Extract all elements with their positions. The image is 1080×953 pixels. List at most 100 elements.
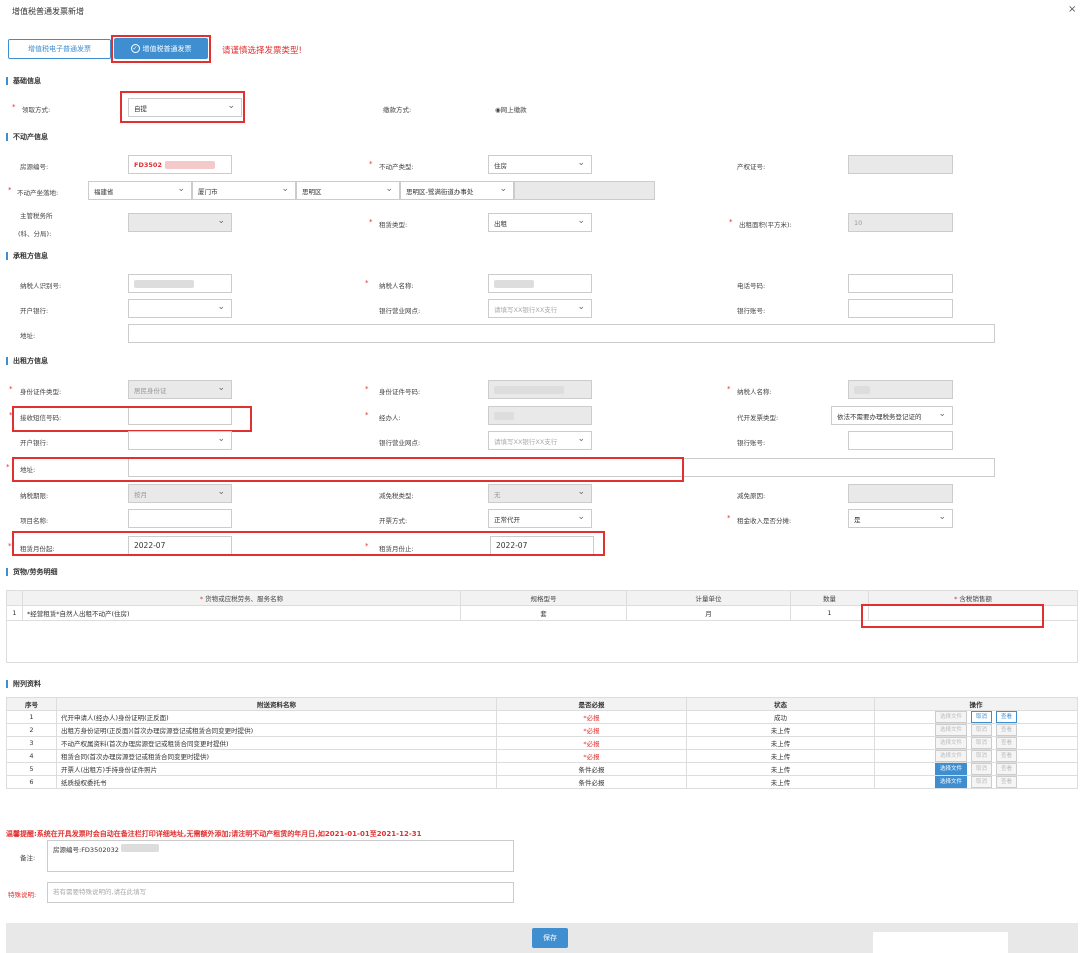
- save-button[interactable]: 保存: [532, 928, 568, 948]
- select-file-button[interactable]: 选择文件: [934, 776, 967, 788]
- pay-label: 缴款方式:: [383, 106, 412, 114]
- special-textarea[interactable]: 若有需要特殊说明的,请在此填写: [47, 882, 514, 903]
- lessee-taxid-label: 纳税人识别号:: [20, 282, 62, 290]
- view-button[interactable]: 查看: [996, 763, 1018, 775]
- source-no-label: 房源编号:: [20, 163, 49, 171]
- select-file-button[interactable]: 选择文件: [934, 763, 967, 775]
- footer-blank-box: [873, 932, 1008, 953]
- property-type-select[interactable]: 住房: [488, 155, 592, 174]
- required-mark: *: [727, 514, 731, 522]
- redacted-blur: [120, 844, 159, 852]
- cancel-button[interactable]: 取消: [970, 724, 992, 736]
- close-icon[interactable]: ×: [1068, 4, 1076, 15]
- id-no-input: [488, 380, 592, 399]
- lessee-branch-select[interactable]: 请填写XX银行XX支行: [488, 299, 592, 318]
- view-button[interactable]: 查看: [996, 776, 1018, 788]
- goods-cell-no: 1: [6, 605, 23, 621]
- view-button[interactable]: 查看: [996, 724, 1018, 736]
- select-file-button[interactable]: 选择文件: [934, 711, 967, 723]
- required-mark: *: [369, 218, 373, 226]
- att-header-name: 附送资料名称: [56, 697, 497, 711]
- required-mark: *: [12, 103, 16, 111]
- lessor-bank-label: 开户银行:: [20, 439, 49, 447]
- select-file-button[interactable]: 选择文件: [934, 750, 967, 762]
- lessor-account-input[interactable]: [848, 431, 953, 450]
- source-no-input[interactable]: FD3502: [128, 155, 232, 174]
- project-input[interactable]: [128, 509, 232, 528]
- select-file-button[interactable]: 选择文件: [934, 724, 967, 736]
- id-no-label: 身份证件号码:: [379, 388, 421, 396]
- remark-value: 房源编号:FD3502032: [53, 846, 119, 854]
- section-lessor: 出租方信息: [6, 357, 48, 365]
- att-header-no: 序号: [6, 697, 57, 711]
- att-header-required: 是否必报: [496, 697, 687, 711]
- tip-text: 温馨提醒:系统在开具发票时会自动在备注栏打印详细地址,无需额外添加;请注明不动产…: [6, 830, 422, 838]
- branch-placeholder: 请填写XX银行XX支行: [494, 305, 558, 314]
- tax-office-label: 主管税务所: [20, 212, 53, 220]
- lease-type-select[interactable]: 出租: [488, 213, 592, 232]
- lessee-account-input[interactable]: [848, 299, 953, 318]
- goods-header-qty: 数量: [790, 590, 869, 606]
- view-button[interactable]: 查看: [996, 750, 1018, 762]
- reduce-reason-label: 减免原因:: [737, 492, 766, 500]
- tab-electronic-invoice[interactable]: 增值税电子普通发票: [8, 39, 111, 59]
- lessee-account-label: 银行账号:: [737, 307, 766, 315]
- invoice-type-select[interactable]: 依法不需要办理税务登记证的: [831, 406, 953, 425]
- source-no-value: FD3502: [134, 160, 162, 169]
- id-type-select[interactable]: 居民身份证: [128, 380, 232, 399]
- province-select[interactable]: 福建省: [88, 181, 192, 200]
- view-button[interactable]: 查看: [996, 711, 1018, 723]
- issue-label: 开票方式:: [379, 517, 408, 525]
- lessee-address-input[interactable]: [128, 324, 995, 343]
- attachments-table: 序号 附送资料名称 是否必报 状态 操作 1 代开申请人(经办人)身份证明(正反面…: [6, 697, 1078, 789]
- pay-radio[interactable]: ◉网上缴款: [495, 104, 527, 114]
- cancel-button[interactable]: 取消: [970, 750, 992, 762]
- lessor-name-input: [848, 380, 953, 399]
- cancel-button[interactable]: 取消: [970, 776, 992, 788]
- required-mark: *: [365, 411, 369, 419]
- table-row: 4 租赁合同(首次办理房源登记或租赁合同变更时提供) *必报 未上传 选择文件 取消查…: [6, 749, 1078, 763]
- project-label: 项目名称:: [20, 517, 49, 525]
- required-mark: *: [6, 463, 10, 471]
- reduce-type-select[interactable]: 无: [488, 484, 592, 503]
- required-mark: *: [727, 385, 731, 393]
- remark-textarea[interactable]: 房源编号:FD3502032: [47, 840, 514, 872]
- lessee-name-input[interactable]: [488, 274, 592, 293]
- goods-header-no: [6, 590, 23, 606]
- split-select[interactable]: 是: [848, 509, 953, 528]
- area-label: 出租面积(平方米):: [739, 221, 792, 229]
- cert-label: 产权证号:: [737, 163, 766, 171]
- location-label: 不动产坐落地:: [17, 189, 59, 197]
- required-mark: *: [9, 385, 13, 393]
- view-button[interactable]: 查看: [996, 737, 1018, 749]
- cancel-button[interactable]: 取消: [970, 711, 992, 723]
- area-input: 10: [848, 213, 953, 232]
- invoice-type-value: 依法不需要办理税务登记证的: [837, 412, 922, 421]
- section-property: 不动产信息: [6, 133, 48, 141]
- required-mark: *: [8, 186, 12, 194]
- required-mark: *: [365, 279, 369, 287]
- table-row: 5 开票人(出租方)手持身份证件照片 条件必报 未上传 选择文件 取消 查看: [6, 762, 1078, 776]
- period-select[interactable]: 按月: [128, 484, 232, 503]
- lessee-bank-select[interactable]: [128, 299, 232, 318]
- district-select[interactable]: 思明区: [296, 181, 400, 200]
- required-mark: *: [8, 542, 12, 550]
- lessee-branch-label: 银行营业网点:: [379, 307, 421, 315]
- pay-value: 网上缴款: [500, 106, 527, 114]
- cancel-button[interactable]: 取消: [970, 763, 992, 775]
- select-file-button[interactable]: 选择文件: [934, 737, 967, 749]
- lessee-phone-input[interactable]: [848, 274, 953, 293]
- cert-input: [848, 155, 953, 174]
- table-row: 2 出租方身份证明(正反面)(首次办理房源登记或租赁合同变更时提供) *必报 未上传…: [6, 723, 1078, 737]
- cancel-button[interactable]: 取消: [970, 737, 992, 749]
- lessee-taxid-input[interactable]: [128, 274, 232, 293]
- tax-office-select[interactable]: [128, 213, 232, 232]
- city-select[interactable]: 厦门市: [192, 181, 296, 200]
- street-select[interactable]: 思明区-鹭满街道办事处: [400, 181, 514, 200]
- lessor-bank-select[interactable]: [128, 431, 232, 450]
- section-attachments: 附列资料: [6, 680, 41, 688]
- window-title: 增值税普通发票新增: [12, 7, 84, 16]
- lessor-branch-select[interactable]: 请填写XX银行XX支行: [488, 431, 592, 450]
- lessee-bank-label: 开户银行:: [20, 307, 49, 315]
- issue-select[interactable]: 正常代开: [488, 509, 592, 528]
